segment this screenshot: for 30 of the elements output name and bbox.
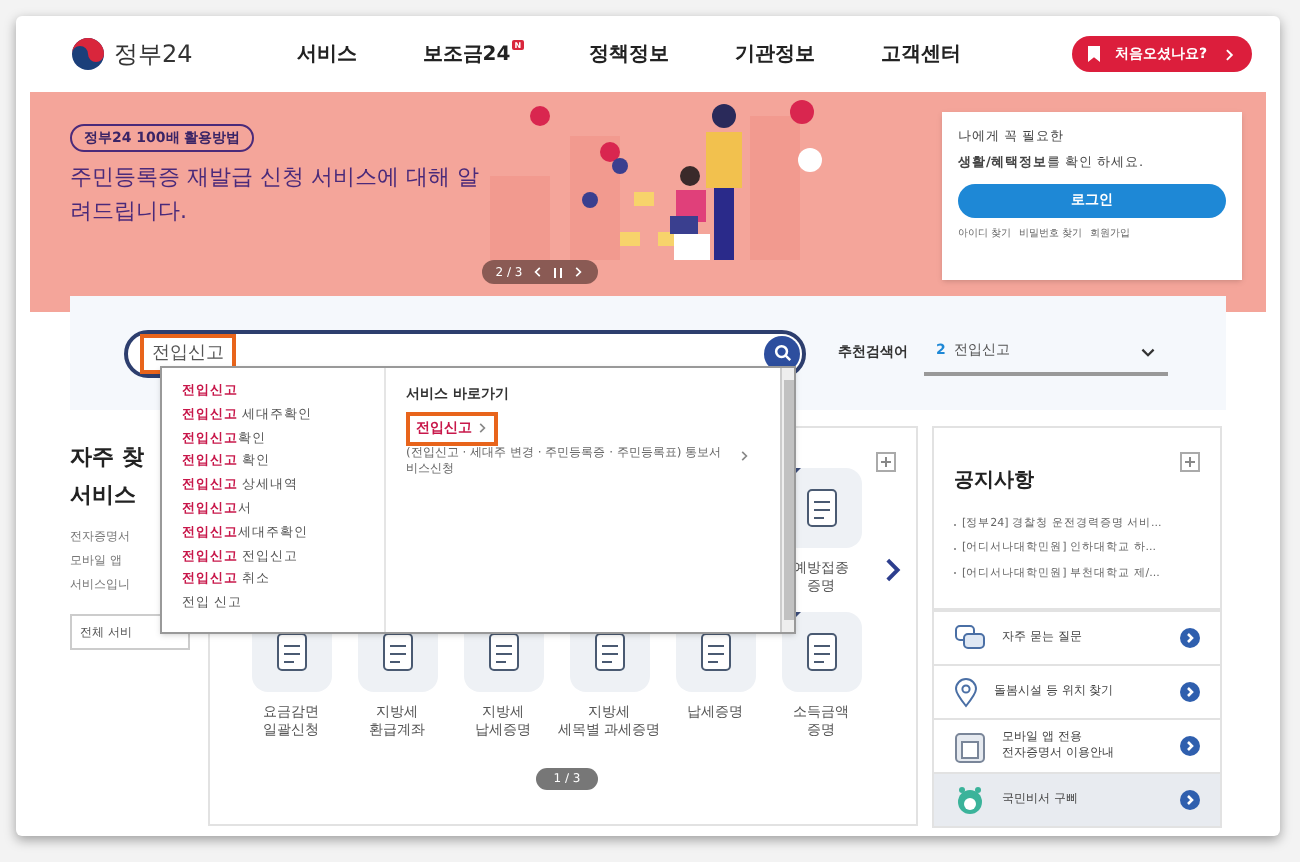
plus-icon[interactable] (1180, 452, 1200, 472)
chevron-right-icon[interactable] (738, 449, 750, 461)
document-icon (803, 488, 839, 528)
chevron-right-icon (1180, 628, 1200, 648)
bookmark-icon (1088, 46, 1100, 62)
next-icon[interactable] (572, 266, 585, 278)
nav-link[interactable]: 서비스 (296, 39, 357, 69)
nav-link[interactable]: 기관정보 (735, 39, 816, 69)
robot-mascot-icon (954, 784, 986, 816)
search-icon[interactable] (764, 335, 800, 371)
scrollbar[interactable] (780, 368, 794, 632)
chevron-right-icon (1180, 736, 1200, 756)
service-tile[interactable] (781, 612, 861, 692)
chevron-down-icon[interactable] (1140, 343, 1156, 359)
logo-icon (70, 36, 106, 72)
site-logo[interactable]: 정부24 (114, 36, 193, 72)
chevron-right-icon[interactable] (476, 422, 488, 434)
certificate-icon (954, 729, 986, 763)
pause-icon[interactable] (554, 267, 563, 277)
nav-link[interactable]: 정책정보 (589, 39, 670, 69)
chevron-right-icon (1180, 790, 1200, 810)
notice-title: 공지사항 (954, 470, 1034, 492)
document-icon (803, 632, 839, 672)
chevron-right-icon (1180, 682, 1200, 702)
speech-bubbles-icon (954, 624, 986, 652)
banner-headline: 주민등록증 재발급 신청 서비스에 대해 알려드립니다. (70, 162, 481, 228)
previous-icon[interactable] (532, 266, 545, 278)
plus-icon[interactable] (876, 452, 896, 472)
nav-link[interactable]: 고객센터 (881, 39, 962, 69)
location-pin-icon (954, 677, 978, 707)
